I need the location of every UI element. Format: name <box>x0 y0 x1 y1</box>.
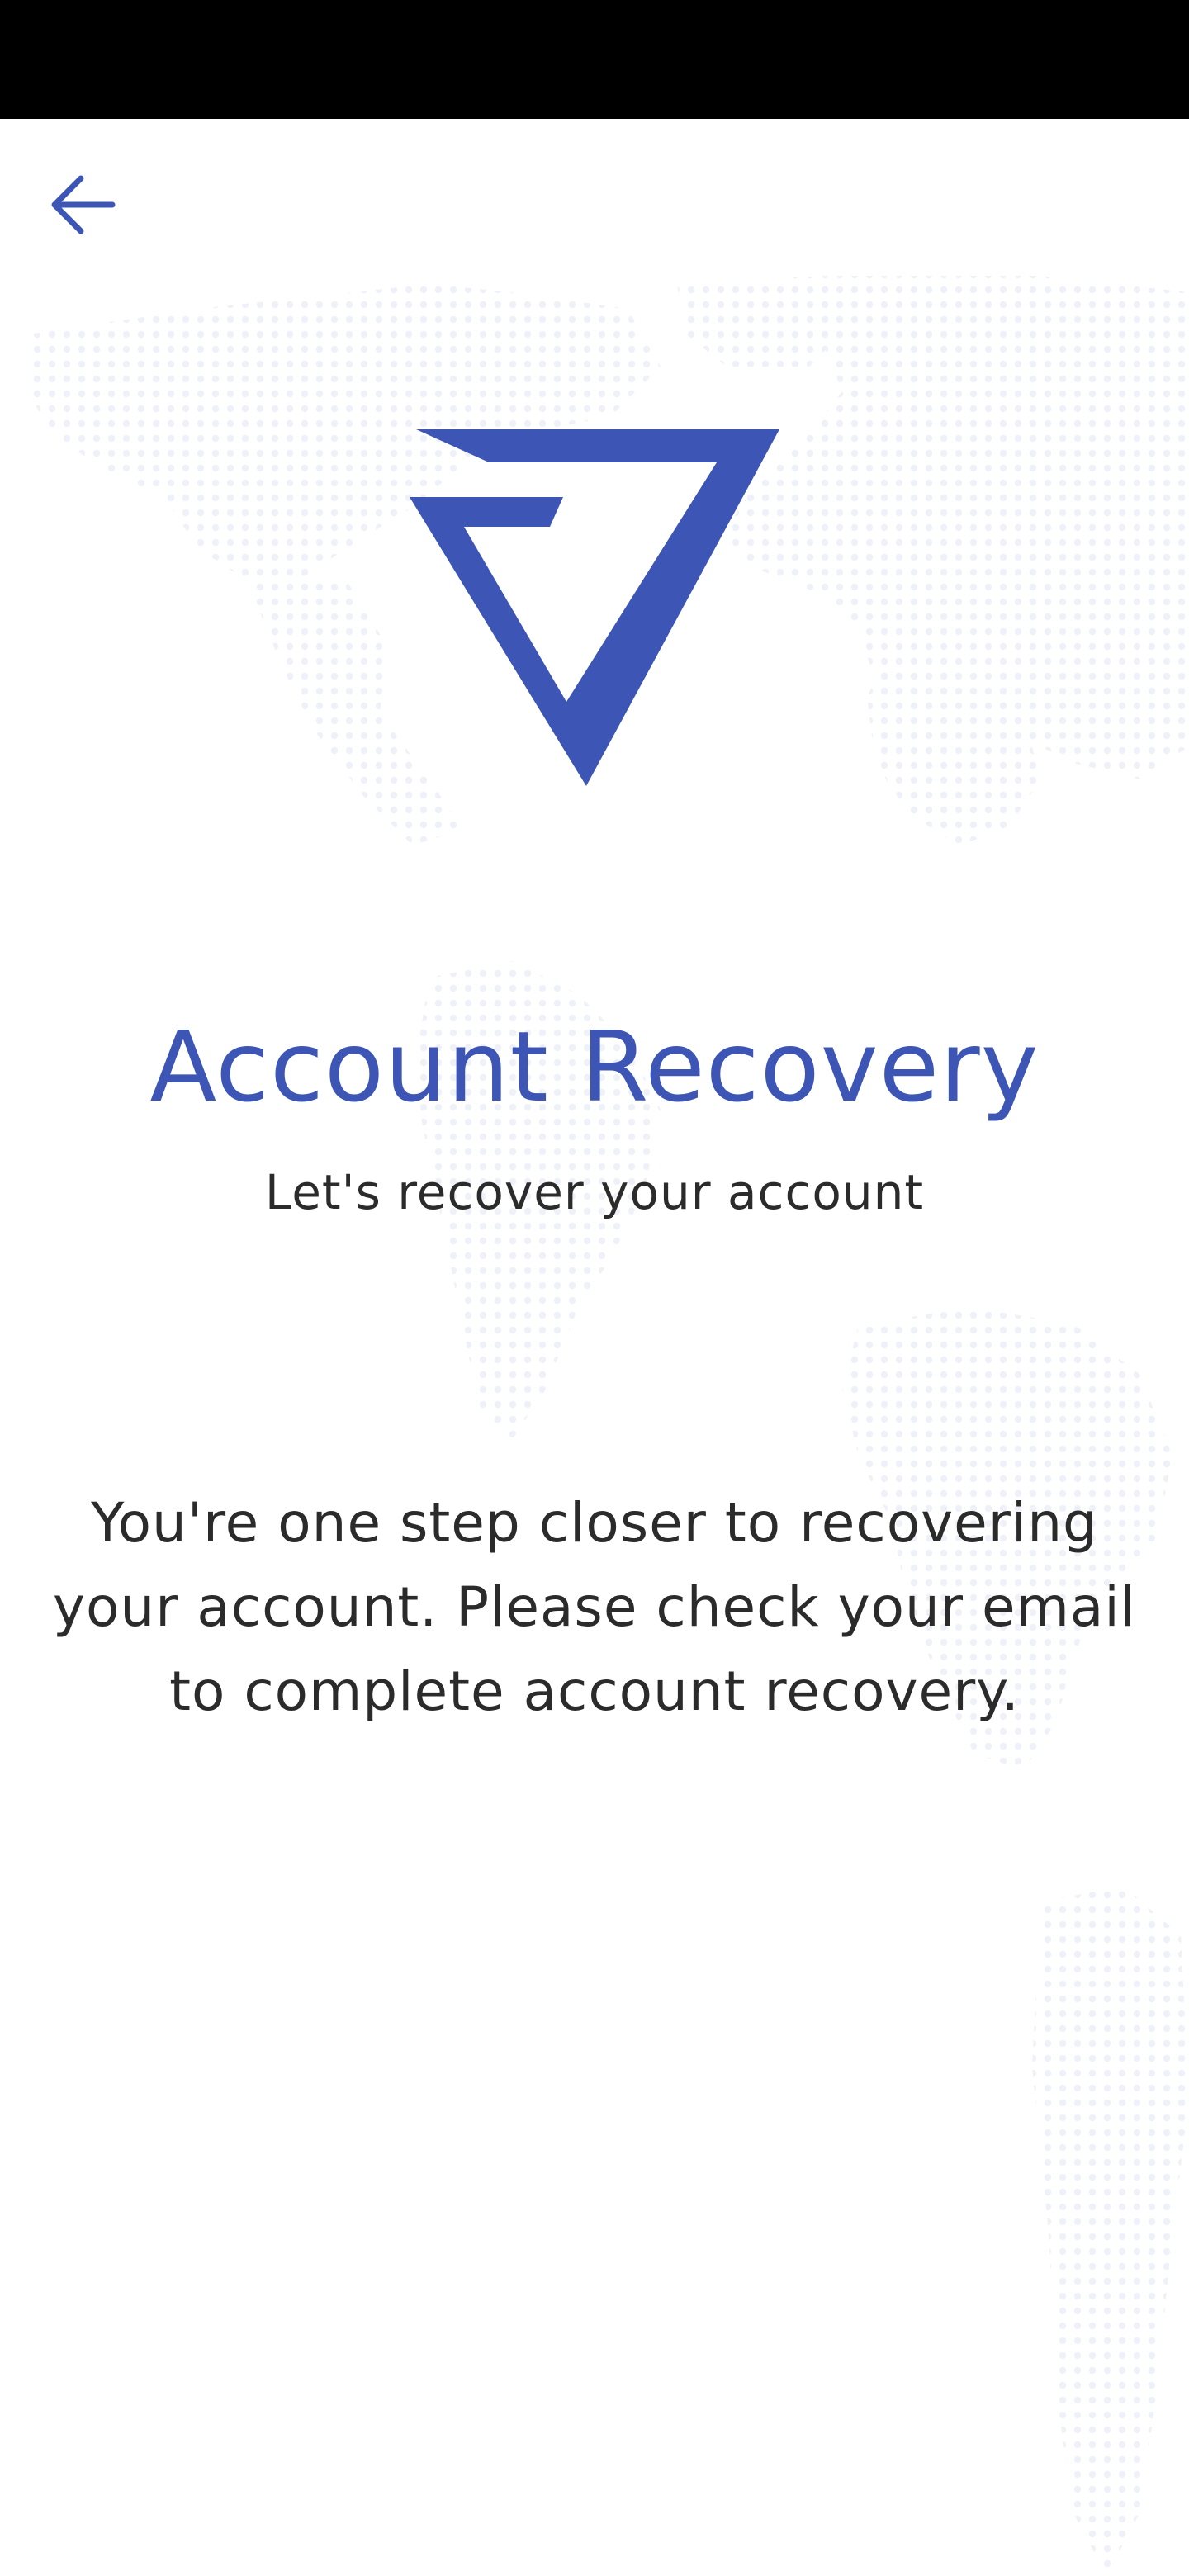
recovery-message: You're one step closer to recovering you… <box>52 1491 1137 1723</box>
triangle-logo-icon <box>410 429 779 786</box>
back-button[interactable] <box>33 155 132 254</box>
arrow-left-icon <box>51 175 116 234</box>
status-bar <box>0 0 1189 119</box>
logo-shape <box>410 429 779 786</box>
account-recovery-screen: Account Recovery Let's recover your acco… <box>0 119 1189 2576</box>
page-title: Account Recovery <box>149 1010 1040 1124</box>
page-subtitle: Let's recover your account <box>264 1164 925 1220</box>
